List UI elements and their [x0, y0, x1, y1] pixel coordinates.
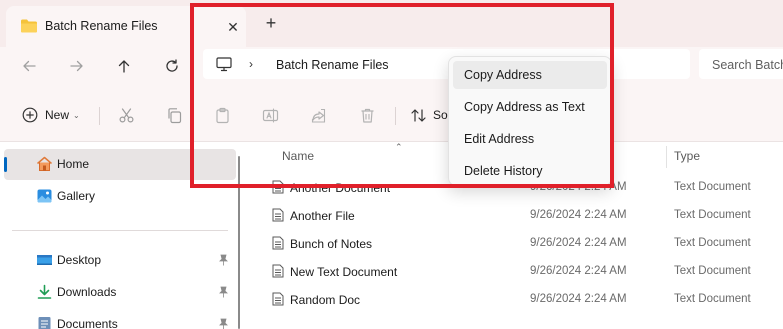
desktop-icon — [36, 252, 53, 268]
copy-icon — [168, 107, 182, 123]
home-icon — [36, 156, 53, 172]
file-date: 9/26/2024 2:24 AM — [530, 265, 627, 277]
file-name: Another File — [290, 209, 355, 223]
file-date: 9/26/2024 2:24 AM — [530, 293, 627, 305]
downloads-icon — [36, 284, 53, 300]
text-file-icon — [272, 208, 284, 222]
file-type: Text Document — [674, 237, 751, 249]
text-file-icon — [272, 264, 284, 278]
tab-title: Batch Rename Files — [45, 19, 158, 33]
file-type: Text Document — [674, 265, 751, 277]
folder-icon — [20, 18, 38, 34]
file-name: Random Doc — [290, 293, 361, 307]
new-button[interactable]: New ⌄ — [22, 104, 80, 126]
sidebar-item-downloads[interactable]: Downloads — [4, 277, 236, 308]
refresh-button[interactable] — [159, 53, 185, 79]
sidebar-item-documents[interactable]: Documents — [4, 309, 236, 329]
pin-icon[interactable] — [218, 254, 229, 266]
up-button[interactable] — [111, 53, 137, 79]
toolbar-divider — [99, 107, 100, 125]
sidebar-item-label: Gallery — [57, 189, 96, 203]
sidebar-item-label: Documents — [57, 317, 118, 329]
plus-circle-icon — [22, 107, 38, 123]
chevron-down-icon: ⌄ — [73, 110, 80, 120]
pin-icon[interactable] — [218, 286, 229, 298]
up-arrow-icon — [118, 60, 130, 73]
file-date: 9/26/2024 2:24 AM — [530, 209, 627, 221]
highlight-annotation — [190, 3, 614, 188]
file-type: Text Document — [674, 181, 751, 193]
forward-button[interactable] — [64, 53, 90, 79]
documents-icon — [36, 316, 53, 329]
file-type: Text Document — [674, 209, 751, 221]
file-date: 9/26/2024 2:24 AM — [530, 237, 627, 249]
sidebar-item-label: Downloads — [57, 285, 117, 299]
new-button-label: New — [45, 108, 70, 122]
file-row[interactable]: New Text Document 9/26/2024 2:24 AM Text… — [260, 257, 783, 285]
back-button[interactable] — [16, 53, 42, 79]
scissors-icon — [119, 107, 134, 123]
gallery-icon — [36, 188, 53, 204]
sidebar-divider — [12, 230, 228, 231]
back-arrow-icon — [23, 60, 36, 72]
column-divider[interactable] — [666, 146, 667, 168]
cut-button[interactable] — [118, 104, 135, 126]
file-type: Text Document — [674, 293, 751, 305]
forward-arrow-icon — [70, 60, 83, 72]
file-row[interactable]: Bunch of Notes 9/26/2024 2:24 AM Text Do… — [260, 229, 783, 257]
file-row[interactable]: Another File 9/26/2024 2:24 AM Text Docu… — [260, 201, 783, 229]
refresh-icon — [166, 59, 178, 72]
file-row[interactable]: Random Doc 9/26/2024 2:24 AM Text Docume… — [260, 285, 783, 313]
column-header-type[interactable]: Type — [674, 149, 700, 163]
text-file-icon — [272, 292, 284, 306]
text-file-icon — [272, 236, 284, 250]
copy-button[interactable] — [166, 104, 183, 126]
sidebar-item-label: Desktop — [57, 253, 102, 267]
file-name: New Text Document — [290, 265, 398, 279]
sidebar-item-desktop[interactable]: Desktop — [4, 245, 236, 276]
search-input[interactable]: Search Batch Rename Files — [699, 49, 783, 79]
pin-icon[interactable] — [218, 318, 229, 329]
file-name: Bunch of Notes — [290, 237, 373, 251]
sidebar-item-label: Home — [57, 157, 90, 171]
search-placeholder: Search Batch Rename Files — [712, 58, 783, 72]
selection-indicator — [4, 157, 7, 172]
